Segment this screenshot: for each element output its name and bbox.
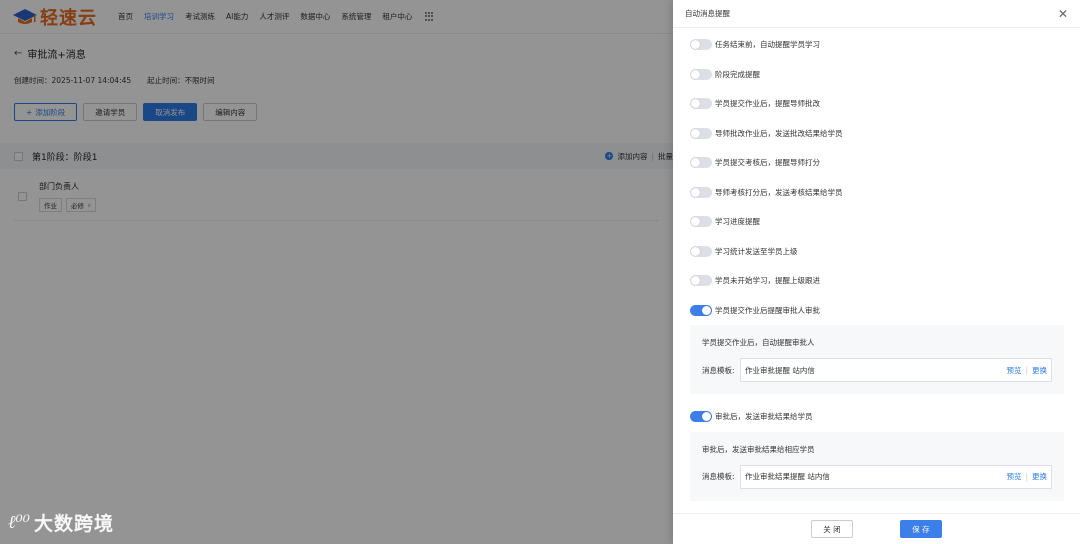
close-icon[interactable]: ✕ — [1058, 8, 1068, 20]
change-link[interactable]: 更换 — [1032, 471, 1047, 482]
divider: | — [1025, 472, 1028, 481]
toggle-switch[interactable] — [690, 216, 712, 228]
template-field: 作业审批提醒 站内信 预览 | 更换 — [740, 358, 1052, 382]
auto-message-drawer: 自动消息提醒 ✕ 任务结束前，自动提醒学员学习 阶段完成提醒 学员提交作业后，提… — [673, 0, 1080, 544]
toggle-switch[interactable] — [690, 127, 712, 139]
drawer-footer: 关 闭 保 存 — [673, 513, 1080, 544]
toggle-switch[interactable] — [690, 275, 712, 287]
toggle-label: 导师考核打分后，发送考核结果给学员 — [715, 187, 843, 197]
toggle-switch[interactable] — [690, 39, 712, 51]
change-link[interactable]: 更换 — [1032, 365, 1047, 376]
approval-reminder-panel: 学员提交作业后，自动提醒审批人 消息模板: 作业审批提醒 站内信 预览 | 更换 — [690, 325, 1064, 394]
toggle-label: 学员提交作业后，提醒导师批改 — [715, 99, 820, 109]
save-button[interactable]: 保 存 — [900, 520, 942, 538]
toggle-row: 学习进度提醒 — [690, 207, 1064, 237]
template-field: 作业审批结果提醒 站内信 预览 | 更换 — [740, 464, 1052, 489]
divider: | — [1025, 365, 1028, 375]
toggle-label: 学员未开始学习，提醒上级跟进 — [715, 276, 820, 286]
toggle-row: 学员提交作业后，提醒导师批改 — [690, 89, 1064, 119]
toggle-label: 阶段完成提醒 — [715, 69, 760, 79]
drawer-header: 自动消息提醒 ✕ — [673, 0, 1080, 28]
watermark: ℓ⁰⁰ 大数跨境 — [8, 509, 114, 536]
toggle-row: 导师批改作业后，发送批改结果给学员 — [690, 119, 1064, 149]
toggle-row: 学员未开始学习，提醒上级跟进 — [690, 266, 1064, 296]
watermark-logo: ℓ⁰⁰ — [8, 512, 30, 533]
toggle-label: 学习统计发送至学员上级 — [715, 246, 798, 256]
template-value: 作业审批结果提醒 站内信 — [745, 472, 830, 481]
toggle-row: 任务结束前，自动提醒学员学习 — [690, 30, 1064, 60]
modal-mask[interactable] — [0, 0, 673, 544]
toggle-label: 学员提交作业后提醒审批人审批 — [715, 305, 820, 315]
toggle-switch[interactable] — [690, 157, 712, 169]
toggle-label: 导师批改作业后，发送批改结果给学员 — [715, 128, 843, 138]
approval-result-panel: 审批后，发送审批结果给相应学员 消息模板: 作业审批结果提醒 站内信 预览 | … — [690, 431, 1064, 501]
toggle-label: 学习进度提醒 — [715, 217, 760, 227]
panel-description: 审批后，发送审批结果给相应学员 — [702, 444, 815, 454]
toggle-switch[interactable] — [690, 411, 712, 423]
toggle-switch[interactable] — [690, 304, 712, 316]
toggle-row: 学习统计发送至学员上级 — [690, 237, 1064, 267]
toggle-label: 审批后，发送审批结果给学员 — [715, 412, 813, 422]
template-value: 作业审批提醒 站内信 — [745, 365, 815, 375]
toggle-label: 任务结束前，自动提醒学员学习 — [715, 40, 820, 50]
panel-description: 学员提交作业后，自动提醒审批人 — [702, 338, 815, 347]
template-label: 消息模板: — [702, 472, 735, 481]
toggle-label: 学员提交考核后，提醒导师打分 — [715, 158, 820, 168]
toggle-switch[interactable] — [690, 186, 712, 198]
toggle-row: 学员提交作业后提醒审批人审批 — [690, 296, 1064, 326]
watermark-text: 大数跨境 — [33, 513, 114, 535]
toggle-switch[interactable] — [690, 68, 712, 80]
toggle-row: 阶段完成提醒 — [690, 60, 1064, 90]
toggle-row: 导师考核打分后，发送考核结果给学员 — [690, 178, 1064, 208]
toggle-switch[interactable] — [690, 98, 712, 110]
close-button[interactable]: 关 闭 — [811, 520, 853, 538]
toggle-switch[interactable] — [690, 245, 712, 257]
toggle-row: 学员提交考核后，提醒导师打分 — [690, 148, 1064, 178]
preview-link[interactable]: 预览 — [1006, 471, 1021, 482]
drawer-title: 自动消息提醒 — [685, 9, 730, 18]
toggle-row: 审批后，发送审批结果给学员 — [690, 402, 1064, 432]
preview-link[interactable]: 预览 — [1006, 365, 1021, 376]
template-label: 消息模板: — [702, 365, 735, 375]
drawer-body: 任务结束前，自动提醒学员学习 阶段完成提醒 学员提交作业后，提醒导师批改 导师批… — [673, 30, 1080, 501]
